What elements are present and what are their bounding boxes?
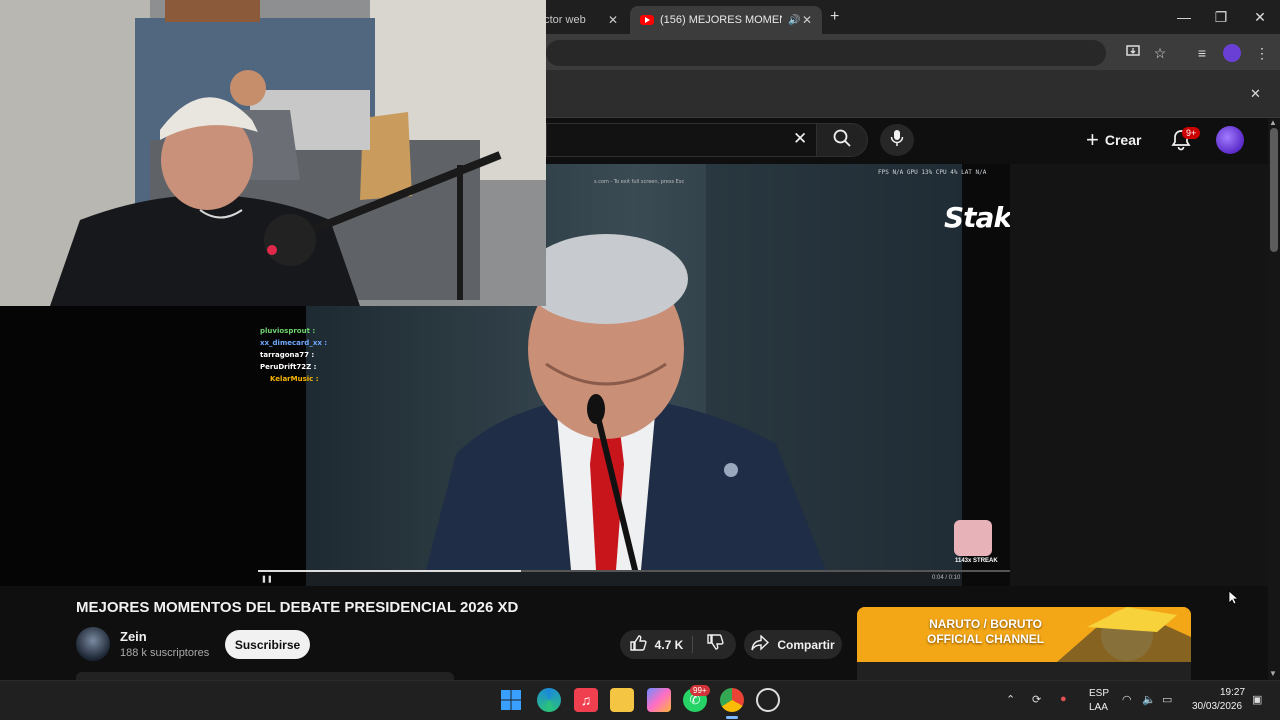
youtube-favicon-icon (640, 15, 654, 25)
microphone-tray-icon[interactable]: ● (1060, 693, 1067, 705)
account-avatar[interactable] (1216, 126, 1244, 154)
chrome-icon[interactable] (720, 688, 744, 712)
subscribe-button[interactable]: Suscribirse (225, 630, 310, 659)
ad-footer (857, 662, 1191, 680)
wifi-icon[interactable]: ◠ (1122, 693, 1132, 706)
stake-watermark: Stake (944, 201, 1010, 234)
ad-line-2: OFFICIAL CHANNEL (927, 632, 1045, 646)
ad-line-1: NARUTO / BORUTO (929, 617, 1042, 631)
channel-avatar[interactable] (76, 627, 110, 661)
window-close-icon[interactable]: ✕ (1242, 6, 1278, 28)
search-button[interactable] (816, 123, 868, 157)
secondary-column (1010, 164, 1268, 586)
chat-message: PeruDrift72Z : (260, 363, 317, 371)
left-margin (0, 306, 258, 586)
scrollbar-thumb[interactable] (1270, 128, 1278, 252)
like-count: 4.7 K (654, 637, 684, 652)
video-title: MEJORES MOMENTOS DEL DEBATE PRESIDENCIAL… (76, 599, 519, 616)
description-box[interactable] (76, 672, 454, 680)
webcam-overlay (0, 0, 546, 306)
chat-message: tarragona77 : (260, 351, 315, 359)
search-icon (832, 128, 852, 153)
notification-center-icon[interactable]: ▣ (1252, 693, 1262, 706)
infobar-close-icon[interactable]: ✕ (1250, 86, 1261, 102)
tray-overflow-icon[interactable]: ⌃ (1006, 693, 1015, 706)
battery-icon[interactable]: ▭ (1162, 693, 1172, 706)
menu-dots-icon[interactable]: ⋮ (1252, 43, 1272, 63)
fullscreen-note: s.com - To exit full screen, press Esc (594, 179, 685, 185)
keyboard-layout[interactable]: LAA (1089, 702, 1108, 713)
mouse-cursor-icon (1228, 590, 1240, 610)
subscriber-count: 188 k suscriptores (120, 647, 210, 659)
restore-icon[interactable]: ❐ (1203, 6, 1239, 28)
streak-emote (954, 520, 992, 556)
search-input[interactable] (546, 123, 816, 157)
install-app-icon[interactable] (1123, 43, 1143, 63)
tab-close-icon[interactable]: ✕ (608, 13, 618, 27)
windows-taskbar (0, 680, 1280, 720)
mic-icon (889, 129, 905, 152)
edge-browser-icon[interactable] (537, 688, 561, 712)
voice-search-button[interactable] (880, 124, 914, 156)
like-button[interactable]: 4.7 K (620, 630, 692, 659)
copilot-icon[interactable] (647, 688, 671, 712)
performance-hud: FPS N/A GPU 13% CPU 4% LAT N/A (878, 169, 987, 176)
webcam-scene (0, 0, 546, 306)
progress-fill (258, 570, 522, 572)
clock-time[interactable]: 19:27 (1220, 687, 1245, 698)
address-bar[interactable] (546, 40, 1106, 66)
music-app-icon[interactable]: ♫ (574, 688, 598, 712)
thumbs-up-icon (629, 634, 647, 655)
profile-avatar-icon[interactable] (1223, 44, 1241, 62)
create-button[interactable]: + Crear (1086, 124, 1152, 156)
whatsapp-badge: 99+ (690, 685, 710, 696)
chat-message: KelarMusic : (270, 375, 319, 383)
media-controls-icon[interactable]: ≡ (1192, 43, 1212, 63)
channel-name[interactable]: Zein (120, 629, 147, 644)
plus-icon: + (1086, 127, 1099, 152)
tab-label: (156) MEJORES MOMENTO (660, 14, 782, 26)
share-arrow-icon (751, 634, 770, 654)
obs-icon[interactable] (756, 688, 780, 712)
speaker-icon: 🔊 (788, 14, 801, 26)
tab-close-icon[interactable]: ✕ (802, 13, 812, 27)
clear-search-icon[interactable]: ✕ (793, 129, 807, 149)
minimize-icon[interactable]: — (1166, 6, 1202, 28)
scroll-down-icon[interactable]: ▼ (1269, 669, 1277, 678)
notifications-badge: 9+ (1182, 127, 1201, 139)
bookmark-star-icon[interactable]: ☆ (1150, 43, 1170, 63)
time-display: 0:04 / 0:10 (932, 575, 961, 581)
dislike-button[interactable] (693, 630, 736, 659)
share-button[interactable]: Compartir (744, 630, 842, 659)
clock-date[interactable]: 30/03/2026 (1192, 701, 1242, 712)
scroll-up-icon[interactable]: ▲ (1269, 118, 1277, 127)
tab-youtube[interactable]: (156) MEJORES MOMENTO 🔊 ✕ (630, 6, 822, 34)
chat-message: xx_dimecard_xx : (260, 339, 328, 347)
pause-icon[interactable]: ❚❚ (261, 575, 273, 583)
streak-label: 1143x STREAK (955, 558, 998, 564)
share-label: Compartir (777, 637, 835, 652)
file-explorer-icon[interactable] (610, 688, 634, 712)
create-label: Crear (1104, 132, 1142, 148)
chat-message: pluviosprout : (260, 327, 316, 335)
thumbs-down-icon (706, 633, 724, 656)
new-tab-button[interactable]: + (830, 8, 839, 26)
volume-icon[interactable]: 🔈 (1142, 693, 1156, 706)
naruto-ad-banner[interactable]: NARUTO / BORUTO OFFICIAL CHANNEL (857, 607, 1191, 662)
start-windows-icon[interactable] (499, 688, 523, 712)
keyboard-language[interactable]: ESP (1089, 688, 1109, 699)
ad-title: NARUTO / BORUTO OFFICIAL CHANNEL (927, 617, 1044, 647)
active-app-indicator (726, 716, 738, 719)
sync-icon[interactable]: ⟳ (1032, 693, 1041, 706)
